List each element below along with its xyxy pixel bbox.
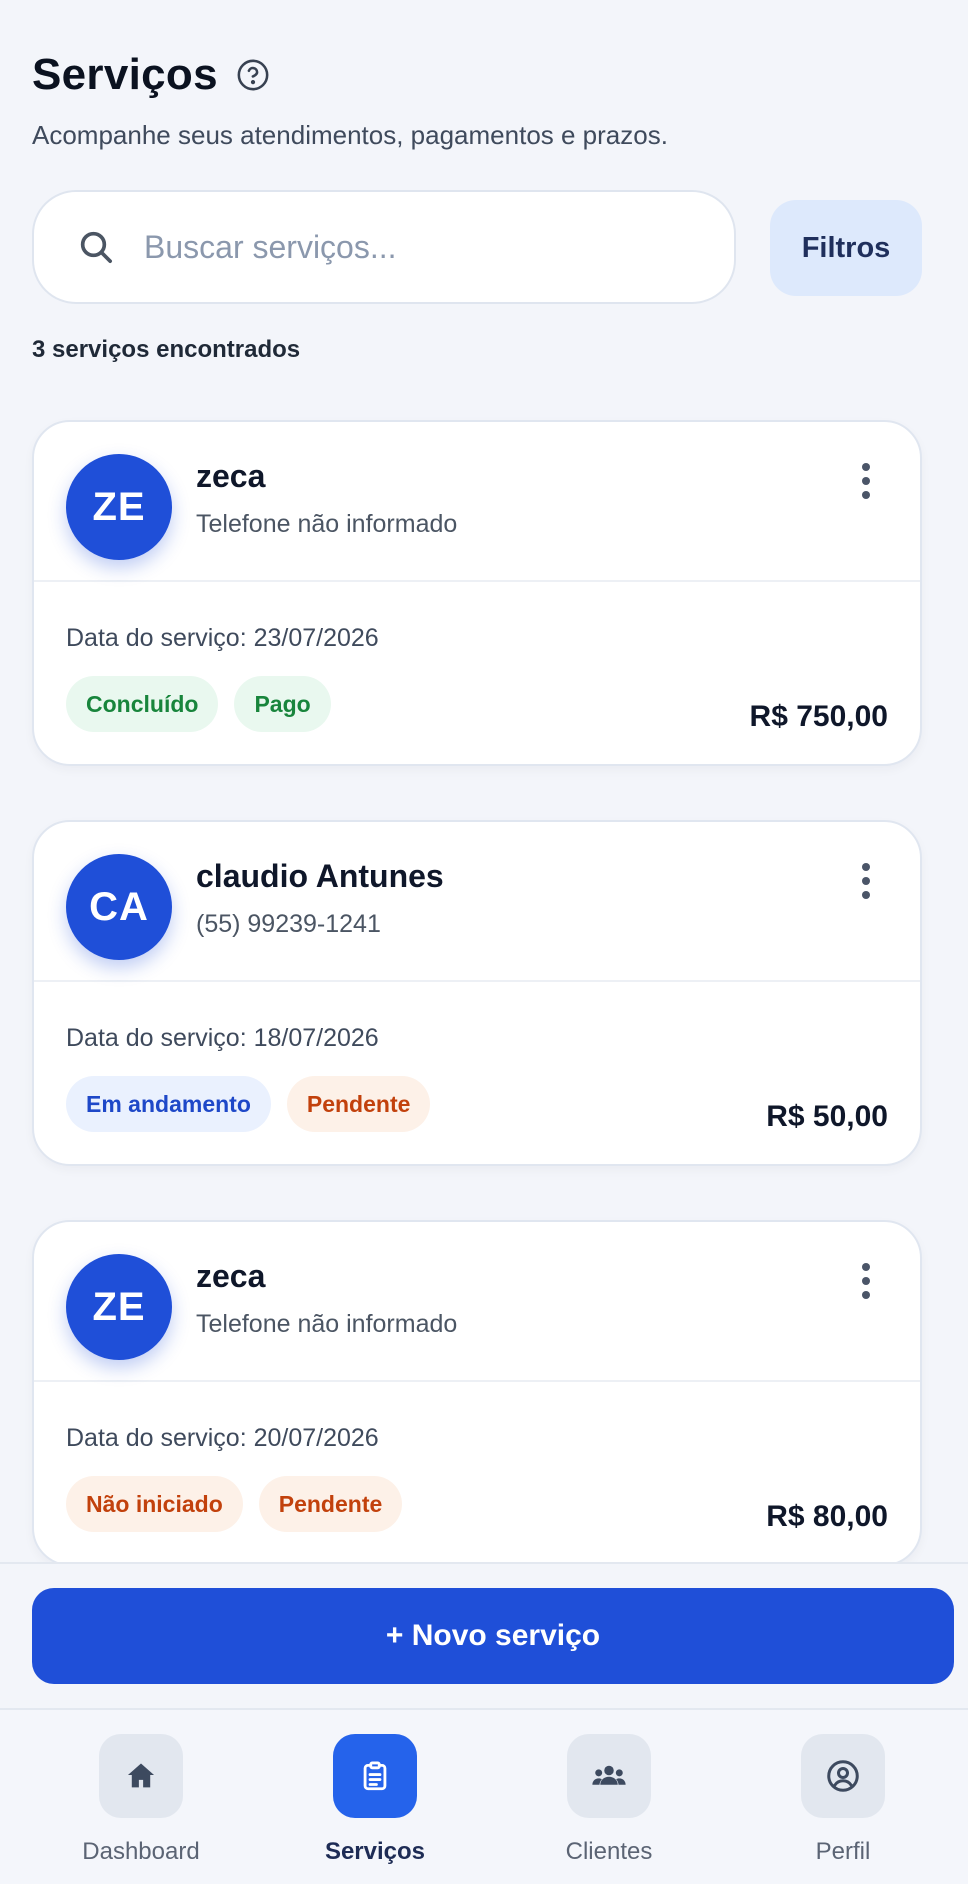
title-row: Serviços	[32, 50, 936, 100]
status-tags: Não iniciado Pendente	[66, 1476, 403, 1532]
more-options-icon[interactable]	[848, 456, 884, 506]
card-header: ZE zeca Telefone não informado	[34, 1222, 920, 1382]
client-name: claudio Antunes	[196, 858, 444, 894]
nav-label-profile: Perfil	[815, 1838, 871, 1865]
search-bar[interactable]	[32, 190, 736, 304]
client-phone: Telefone não informado	[196, 1310, 458, 1338]
payment-badge: Pendente	[286, 1076, 431, 1132]
card-header: ZE zeca Telefone não informado	[34, 422, 920, 582]
nav-item-dashboard[interactable]: Dashboard	[51, 1734, 231, 1874]
bottom-nav: Dashboard Serviços Clientes Perfil	[0, 1708, 968, 1884]
nav-item-clients[interactable]: Clientes	[519, 1734, 699, 1874]
page-subtitle: Acompanhe seus atendimentos, pagamentos …	[32, 120, 668, 150]
service-amount: R$ 750,00	[749, 700, 888, 733]
payment-badge: Pago	[234, 676, 331, 732]
avatar: ZE	[66, 1254, 172, 1360]
nav-item-services[interactable]: Serviços	[285, 1734, 465, 1874]
payment-badge: Pendente	[258, 1476, 403, 1532]
page-title: Serviços	[32, 50, 218, 99]
help-circle-icon[interactable]	[236, 58, 270, 92]
page-header: Serviços Acompanhe seus atendimentos, pa…	[32, 50, 936, 151]
status-badge: Não iniciado	[66, 1476, 243, 1532]
status-tags: Em andamento Pendente	[66, 1076, 431, 1132]
service-date: Data do serviço: 18/07/2026	[66, 1024, 379, 1052]
status-tags: Concluído Pago	[66, 676, 331, 732]
more-options-icon[interactable]	[848, 856, 884, 906]
status-badge: Concluído	[66, 676, 219, 732]
client-name: zeca	[196, 1258, 266, 1294]
search-input[interactable]	[144, 228, 684, 266]
new-service-button[interactable]: + Novo serviço	[32, 1588, 954, 1684]
service-amount: R$ 50,00	[766, 1100, 888, 1133]
card-header: CA claudio Antunes (55) 99239-1241	[34, 822, 920, 982]
client-name: zeca	[196, 458, 266, 494]
nav-label-dashboard: Dashboard	[82, 1838, 200, 1865]
avatar: ZE	[66, 454, 172, 560]
service-card[interactable]: CA claudio Antunes (55) 99239-1241 Data …	[32, 820, 922, 1166]
nav-label-clients: Clientes	[565, 1838, 653, 1865]
user-circle-icon	[801, 1734, 885, 1818]
services-screen: Serviços Acompanhe seus atendimentos, pa…	[0, 0, 968, 1884]
home-icon	[99, 1734, 183, 1818]
search-icon	[76, 227, 116, 267]
client-phone: (55) 99239-1241	[196, 910, 381, 938]
more-options-icon[interactable]	[848, 1256, 884, 1306]
service-amount: R$ 80,00	[766, 1500, 888, 1533]
client-phone: Telefone não informado	[196, 510, 458, 538]
service-date: Data do serviço: 20/07/2026	[66, 1424, 379, 1452]
users-icon	[567, 1734, 651, 1818]
clipboard-icon	[333, 1734, 417, 1818]
status-badge: Em andamento	[66, 1076, 271, 1132]
service-card[interactable]: ZE zeca Telefone não informado Data do s…	[32, 1220, 922, 1566]
results-count: 3 serviços encontrados	[32, 336, 301, 363]
service-card[interactable]: ZE zeca Telefone não informado Data do s…	[32, 420, 922, 766]
filters-button[interactable]: Filtros	[770, 200, 922, 296]
nav-item-profile[interactable]: Perfil	[753, 1734, 933, 1874]
nav-label-services: Serviços	[324, 1838, 426, 1865]
avatar: CA	[66, 854, 172, 960]
service-date: Data do serviço: 23/07/2026	[66, 624, 379, 652]
